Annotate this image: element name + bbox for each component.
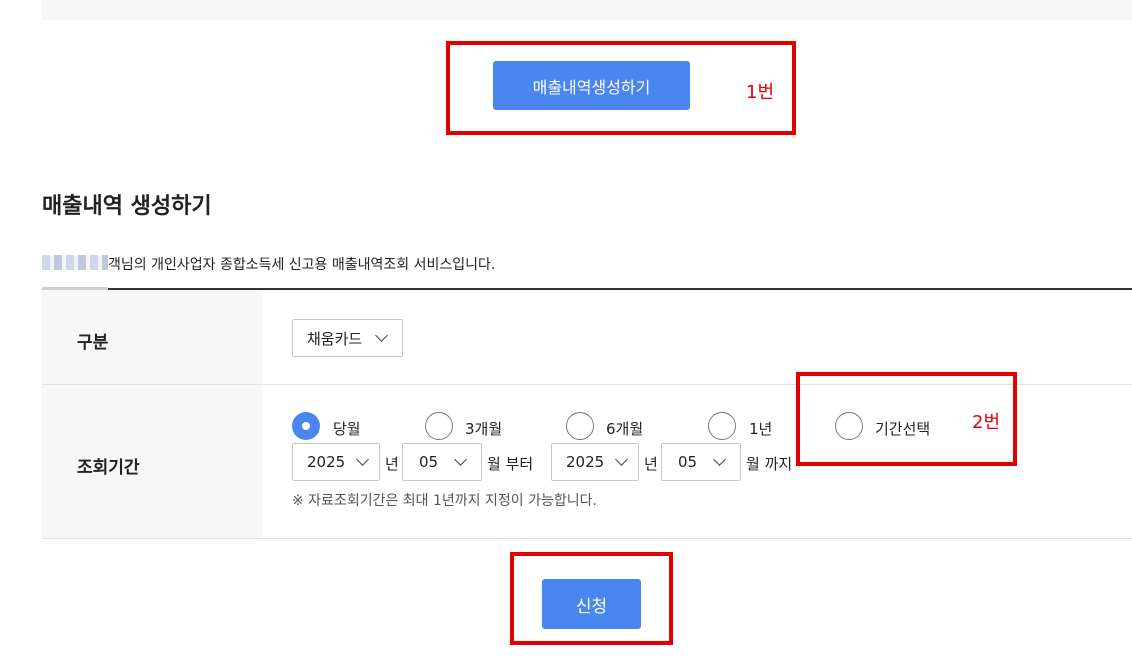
annotation-label-2: 2번 — [972, 412, 1001, 433]
year-unit-start: 년 — [385, 455, 399, 473]
page-title: 매출내역 생성하기 — [42, 194, 212, 219]
radio-label-1-year[interactable]: 1년 — [749, 418, 772, 439]
start-month-value: 05 — [419, 453, 439, 471]
end-month-value: 05 — [678, 453, 698, 471]
card-type-select[interactable]: 채움카드 — [292, 319, 403, 357]
radio-custom-period[interactable] — [835, 412, 863, 440]
radio-1-year[interactable] — [708, 412, 736, 440]
period-limit-note: ※ 자료조회기간은 최대 1년까지 지정이 가능합니다. — [292, 493, 597, 509]
radio-label-6-months[interactable]: 6개월 — [606, 418, 643, 439]
chevron-down-icon — [615, 453, 628, 466]
end-year-value: 2025 — [566, 453, 605, 471]
annotation-label-1: 1번 — [746, 82, 775, 103]
type-row-label-cell — [42, 290, 262, 384]
generate-sales-history-button[interactable]: 매출내역생성하기 — [493, 61, 690, 110]
chevron-down-icon — [375, 329, 388, 342]
from-text: 월 부터 — [487, 455, 534, 473]
blurred-customer-name — [42, 255, 108, 270]
radio-6-months[interactable] — [566, 412, 594, 440]
until-text: 월 까지 — [746, 455, 793, 473]
period-row-label: 조회기간 — [77, 458, 140, 478]
type-row-label: 구분 — [77, 333, 109, 353]
chevron-down-icon — [356, 453, 369, 466]
year-unit-end: 년 — [644, 455, 658, 473]
radio-3-months[interactable] — [425, 412, 453, 440]
end-month-select[interactable]: 05 — [661, 443, 741, 481]
radio-label-3-months[interactable]: 3개월 — [465, 418, 502, 439]
start-year-select[interactable]: 2025 — [292, 443, 380, 481]
card-type-value: 채움카드 — [307, 329, 363, 348]
period-row-label-cell — [42, 385, 262, 538]
service-notice: 객님의 개인사업자 종합소득세 신고용 매출내역조회 서비스입니다. — [108, 257, 496, 273]
radio-label-current-month[interactable]: 당월 — [333, 418, 361, 439]
top-gray-band — [42, 0, 1132, 20]
radio-label-custom-period[interactable]: 기간선택 — [875, 418, 930, 439]
table-bottom-line — [42, 538, 1132, 539]
end-year-select[interactable]: 2025 — [551, 443, 639, 481]
start-year-value: 2025 — [307, 453, 346, 471]
chevron-down-icon — [454, 453, 467, 466]
chevron-down-icon — [713, 453, 726, 466]
radio-current-month[interactable] — [292, 412, 320, 440]
start-month-select[interactable]: 05 — [402, 443, 482, 481]
apply-button[interactable]: 신청 — [542, 579, 641, 629]
